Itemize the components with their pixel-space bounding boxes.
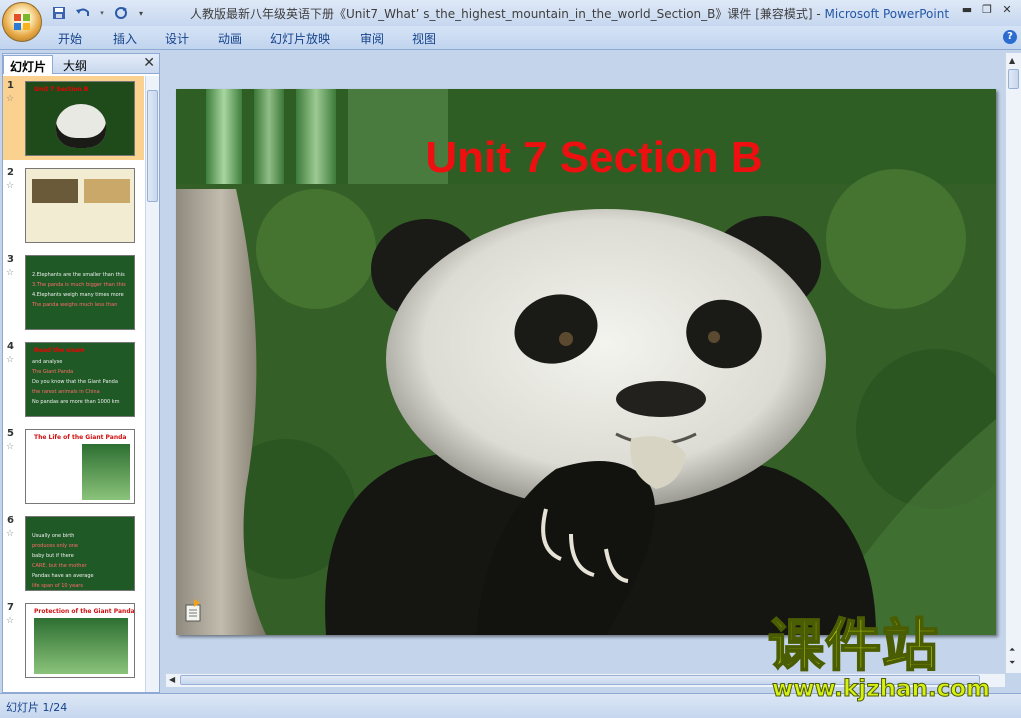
slide-thumbnail-image	[25, 168, 135, 243]
slide-thumbnail[interactable]: 2 ☆	[3, 163, 144, 247]
thumbnail-text-line: The Giant Panda	[32, 369, 74, 375]
close-window-icon[interactable]: ✕	[997, 0, 1017, 18]
app-name: Microsoft PowerPoint	[824, 7, 950, 21]
slide-title[interactable]: Unit 7 Section B	[176, 133, 996, 183]
slide-thumbnail[interactable]: 4 ☆ Read the exam and analyse The Giant Pan…	[3, 337, 144, 421]
watermark-url: www.kjzhan.com	[772, 676, 991, 703]
transition-star-icon: ☆	[6, 268, 15, 278]
close-pane-icon[interactable]: ✕	[143, 55, 155, 71]
thumbnail-title: Read the exam	[34, 347, 85, 354]
thumbnail-picture	[84, 179, 130, 203]
watermark-logo: 课件站 www.kjzhan.com	[767, 614, 1008, 718]
editor-vertical-scrollbar[interactable]: ▲ ⏶ ⏷	[1005, 53, 1021, 673]
transition-star-icon: ☆	[6, 181, 15, 191]
slide-number: 1	[7, 80, 14, 91]
thumbnail-text-line: CARE, but the mother	[32, 563, 87, 569]
pane-tabs: 幻灯片 大纲 ✕	[3, 54, 159, 74]
thumbnail-text-line: life span of 10 years	[32, 583, 83, 589]
tab-slideshow[interactable]: 幻灯片放映	[270, 30, 330, 47]
slide-thumbnail[interactable]: 6 ☆ Usually one birth produces only one baby…	[3, 511, 144, 595]
tab-slides[interactable]: 幻灯片	[3, 55, 54, 74]
title-bar: ▾ ▾ 人教版最新八年级英语下册《Unit7_What’ s_the_highe…	[0, 0, 1021, 26]
panda-thumbnail-image	[56, 104, 106, 148]
thumbnail-text-line: and analyse	[32, 359, 63, 365]
transition-star-icon: ☆	[6, 94, 15, 104]
slide-number: 6	[7, 515, 14, 526]
transition-star-icon: ☆	[6, 529, 15, 539]
thumbnail-picture	[32, 179, 78, 203]
ribbon-tabs: 开始 插入 设计 动画 幻灯片放映 审阅 视图	[0, 26, 1021, 50]
undo-dropdown-icon[interactable]: ▾	[98, 4, 106, 22]
thumbnail-picture	[82, 444, 130, 500]
thumbnail-text-line: The panda weighs much less than	[32, 302, 118, 308]
thumbnail-picture	[34, 618, 128, 674]
slide-editor: Unit 7 Section B	[166, 53, 1005, 673]
slide-counter: 幻灯片 1/24	[6, 701, 68, 714]
slides-pane: 幻灯片 大纲 ✕ 1 ☆ Unit 7 Section B 2 ☆ 3 ☆ 2.Elephan…	[2, 53, 160, 693]
tab-animations[interactable]: 动画	[218, 30, 242, 47]
window-title: 人教版最新八年级英语下册《Unit7_What’ s_the_highest_m…	[190, 5, 949, 22]
slide-number: 4	[7, 341, 14, 352]
slide-number: 2	[7, 167, 14, 178]
document-title: 人教版最新八年级英语下册《Unit7_What’ s_the_highest_m…	[190, 7, 825, 21]
slide-thumbnail-image: Read the exam and analyse The Giant Panda…	[25, 342, 135, 417]
office-logo-icon	[14, 14, 30, 30]
minimize-icon[interactable]: ▬	[957, 0, 977, 18]
restore-icon[interactable]: ❐	[977, 0, 997, 18]
slide-number: 5	[7, 428, 14, 439]
scroll-left-icon[interactable]: ◀	[169, 675, 175, 684]
office-button[interactable]	[2, 2, 42, 42]
thumbnail-text-line: 3.The panda is much bigger than this	[32, 282, 126, 288]
slide-thumbnail[interactable]: 1 ☆ Unit 7 Section B	[3, 76, 144, 160]
sound-icon[interactable]	[184, 597, 206, 623]
thumbnail-text-line: 4.Elephants weigh many times more	[32, 292, 124, 298]
slide-number: 3	[7, 254, 14, 265]
thumbnail-text-line: Pandas have an average	[32, 573, 94, 579]
scrollbar-thumb[interactable]	[147, 90, 158, 202]
window-controls: ▬ ❐ ✕	[957, 0, 1017, 18]
thumbnail-title: The Life of the Giant Panda	[34, 434, 127, 441]
prev-slide-icon[interactable]: ⏶	[1009, 645, 1015, 655]
scrollbar-thumb[interactable]	[1008, 69, 1019, 89]
slide-number: 7	[7, 602, 14, 613]
thumbnails-scrollbar[interactable]	[145, 76, 159, 692]
slide-thumbnail[interactable]: 7 ☆ Protection of the Giant Panda	[3, 598, 144, 682]
tab-outline[interactable]: 大纲	[57, 55, 93, 74]
next-slide-icon[interactable]: ⏷	[1009, 658, 1015, 668]
slide-thumbnail[interactable]: 3 ☆ 2.Elephants are the smaller than this 3…	[3, 250, 144, 334]
slide-thumbnails: 1 ☆ Unit 7 Section B 2 ☆ 3 ☆ 2.Elephants are th…	[3, 76, 144, 692]
thumbnail-text-line: Usually one birth	[32, 533, 75, 539]
thumbnail-text-line: Do you know that the Giant Panda	[32, 379, 118, 385]
tab-home[interactable]: 开始	[58, 30, 82, 47]
slide-thumbnail-image: Unit 7 Section B	[25, 81, 135, 156]
quick-access-toolbar: ▾ ▾	[50, 3, 146, 23]
transition-star-icon: ☆	[6, 616, 15, 626]
transition-star-icon: ☆	[6, 442, 15, 452]
slide-thumbnail-image: The Life of the Giant Panda	[25, 429, 135, 504]
thumbnail-text-line: the rarest animals in China	[32, 389, 100, 395]
current-slide[interactable]: Unit 7 Section B	[176, 89, 996, 635]
slide-thumbnail-image: Usually one birth produces only one baby b…	[25, 516, 135, 591]
slide-thumbnail[interactable]: 5 ☆ The Life of the Giant Panda	[3, 424, 144, 508]
tab-view[interactable]: 视图	[412, 30, 436, 47]
tab-design[interactable]: 设计	[165, 30, 189, 47]
help-icon[interactable]: ?	[1003, 30, 1017, 44]
thumbnail-text-line: produces only one	[32, 543, 79, 549]
save-icon[interactable]	[50, 4, 68, 22]
thumbnail-text-line: baby but if there	[32, 553, 74, 559]
slide-thumbnail-image: 2.Elephants are the smaller than this 3.T…	[25, 255, 135, 330]
thumbnail-title: Unit 7 Section B	[34, 86, 89, 93]
redo-icon[interactable]	[112, 4, 130, 22]
tab-review[interactable]: 审阅	[360, 30, 384, 47]
thumbnail-text-line: No pandas are more than 1000 km	[32, 399, 120, 405]
thumbnail-title: Protection of the Giant Panda	[34, 608, 135, 615]
transition-star-icon: ☆	[6, 355, 15, 365]
watermark-cn: 课件站	[767, 614, 939, 679]
tab-insert[interactable]: 插入	[113, 30, 137, 47]
slide-thumbnail-image: Protection of the Giant Panda	[25, 603, 135, 678]
undo-icon[interactable]	[74, 4, 92, 22]
scroll-up-icon[interactable]: ▲	[1009, 56, 1015, 65]
thumbnail-text-line: 2.Elephants are the smaller than this	[32, 272, 125, 278]
customize-toolbar-icon[interactable]: ▾	[136, 4, 146, 22]
